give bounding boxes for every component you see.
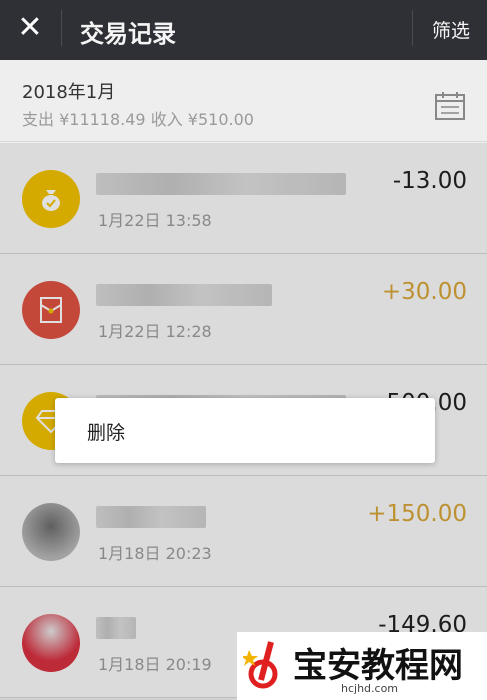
watermark-url: hcjhd.com (341, 682, 399, 695)
title-bar: ✕ 交易记录 筛选 (0, 0, 487, 60)
context-menu: 删除 (55, 398, 435, 463)
filter-button[interactable]: 筛选 (432, 16, 470, 43)
delete-menu-item[interactable]: 删除 (87, 418, 125, 445)
divider (61, 10, 62, 46)
calendar-icon[interactable] (434, 90, 466, 122)
month-label: 2018年1月 (22, 82, 116, 103)
month-summary: 2018年1月 支出 ¥11118.49 收入 ¥510.00 (0, 60, 487, 142)
site-logo-icon (243, 641, 278, 689)
watermark: 宝安教程网 hcjhd.com (237, 632, 487, 700)
page-title: 交易记录 (80, 20, 176, 48)
divider (412, 10, 413, 46)
totals-text: 支出 ¥11118.49 收入 ¥510.00 (22, 110, 254, 129)
watermark-brand: 宝安教程网 (293, 646, 463, 686)
close-icon[interactable]: ✕ (10, 8, 50, 48)
